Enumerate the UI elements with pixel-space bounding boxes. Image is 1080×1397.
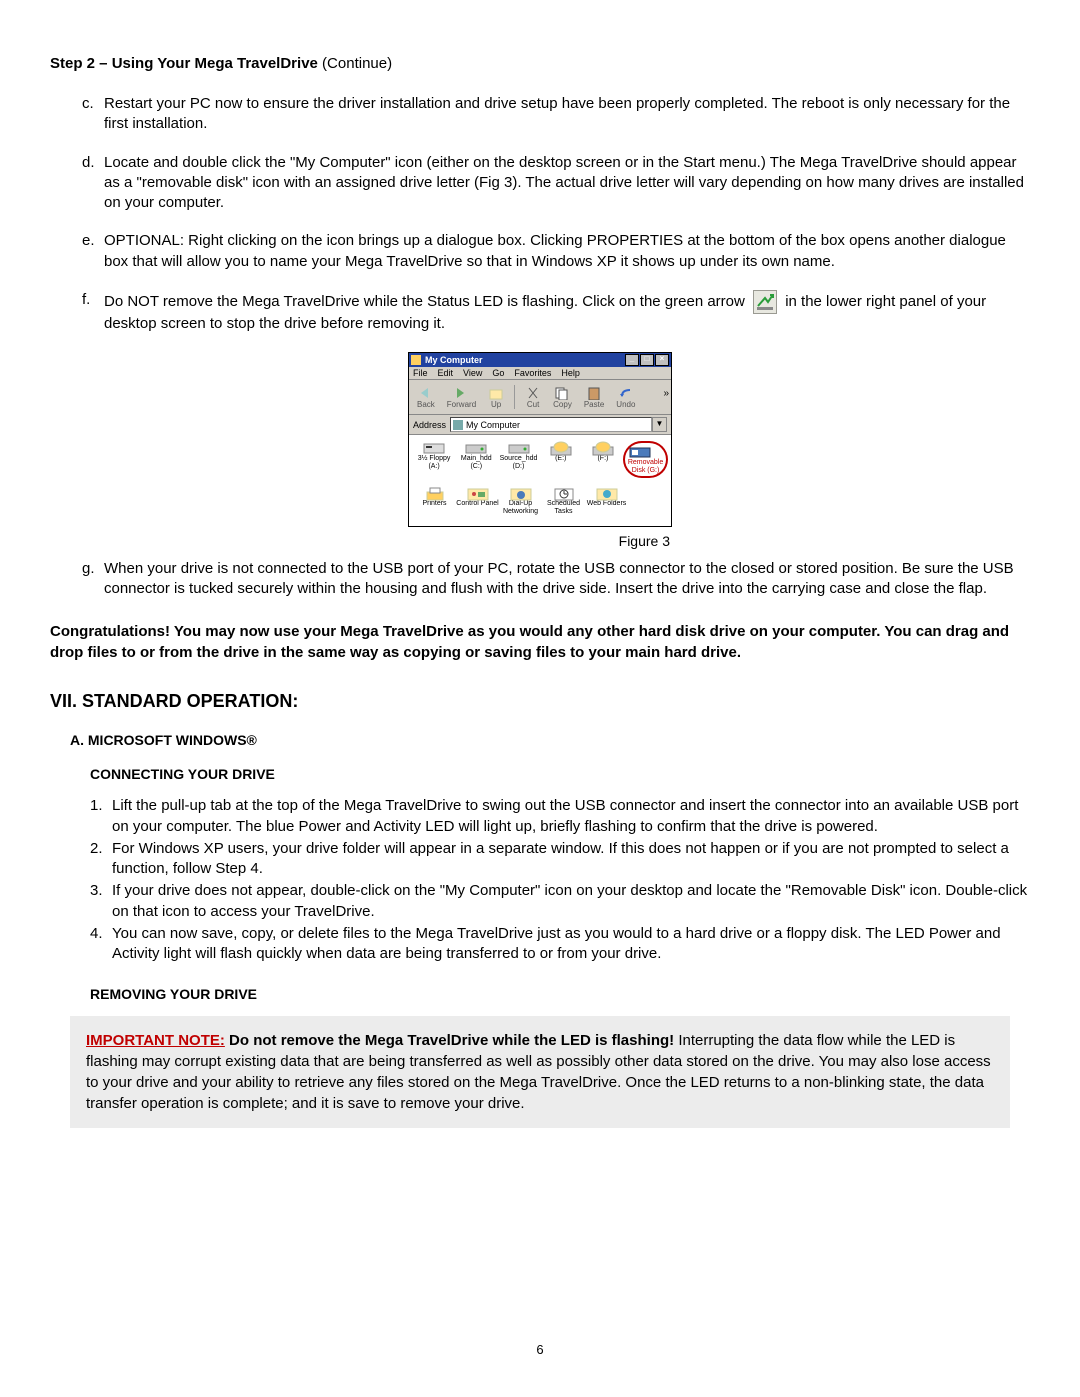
toolbar-copy[interactable]: Copy — [553, 386, 572, 409]
figure-caption: Figure 3 — [400, 533, 680, 549]
important-note-label: IMPORTANT NOTE: — [86, 1032, 225, 1049]
window-title: My Computer — [425, 355, 483, 365]
important-note-box: IMPORTANT NOTE: Do not remove the Mega T… — [70, 1016, 1010, 1128]
menu-edit[interactable]: Edit — [438, 368, 454, 378]
icon-area: 3½ Floppy (A:)Main_hdd (C:)Source_hdd (D… — [409, 435, 671, 526]
menu-go[interactable]: Go — [492, 368, 504, 378]
address-icon — [453, 420, 463, 430]
window-titlebar: My Computer _ □ × — [409, 353, 671, 367]
toolbar-undo[interactable]: Undo — [616, 386, 635, 409]
list-item-c: c. Restart your PC now to ensure the dri… — [82, 94, 1030, 135]
menu-help[interactable]: Help — [561, 368, 580, 378]
step-header-bold: Step 2 – Using Your Mega TravelDrive — [50, 55, 318, 72]
list-item-e: e. OPTIONAL: Right clicking on the icon … — [82, 231, 1030, 272]
system-folder-icon[interactable]: Printers — [413, 486, 456, 515]
address-dropdown-button[interactable]: ▼ — [652, 417, 667, 432]
address-input[interactable]: My Computer — [450, 417, 652, 432]
safely-remove-hardware-icon — [753, 290, 777, 314]
menu-file[interactable]: File — [413, 368, 428, 378]
connecting-header: CONNECTING YOUR DRIVE — [90, 766, 1030, 782]
toolbar-back[interactable]: Back — [417, 386, 435, 409]
close-button[interactable]: × — [655, 354, 669, 366]
list-item-f: f. Do NOT remove the Mega TravelDrive wh… — [82, 290, 1030, 334]
system-folder-icon[interactable]: Scheduled Tasks — [542, 486, 585, 515]
section-vii-title: VII. STANDARD OPERATION: — [50, 691, 1030, 712]
address-bar: Address My Computer ▼ — [409, 415, 671, 435]
step-header-cont: (Continue) — [318, 55, 392, 72]
system-folder-icon[interactable]: Control Panel — [456, 486, 499, 515]
page-number: 6 — [0, 1342, 1080, 1357]
maximize-button[interactable]: □ — [640, 354, 654, 366]
list-item-d: d. Locate and double click the "My Compu… — [82, 153, 1030, 214]
step-header: Step 2 – Using Your Mega TravelDrive (Co… — [50, 55, 1030, 72]
important-note-bold: Do not remove the Mega TravelDrive while… — [225, 1032, 674, 1049]
figure-3: My Computer _ □ × File Edit View Go Favo… — [405, 352, 675, 549]
toolbar: Back Forward Up Cut Copy Paste Undo » — [409, 380, 671, 415]
drive-icon[interactable]: 3½ Floppy (A:) — [413, 441, 455, 478]
menu-view[interactable]: View — [463, 368, 482, 378]
system-folder-icon[interactable]: Web Folders — [585, 486, 628, 515]
minimize-button[interactable]: _ — [625, 354, 639, 366]
drive-icon[interactable]: Main_hdd (C:) — [455, 441, 497, 478]
drive-icon[interactable]: Removable Disk (G:) — [624, 441, 667, 478]
system-folder-icon[interactable]: Dial-Up Networking — [499, 486, 542, 515]
toolbar-up[interactable]: Up — [488, 386, 504, 409]
congrats-paragraph: Congratulations! You may now use your Me… — [50, 621, 1030, 663]
connecting-list: 1.Lift the pull-up tab at the top of the… — [90, 796, 1030, 964]
removing-header: REMOVING YOUR DRIVE — [90, 986, 1030, 1002]
list-item-g: g. When your drive is not connected to t… — [82, 559, 1030, 600]
window-icon — [411, 355, 421, 365]
toolbar-forward[interactable]: Forward — [447, 386, 476, 409]
menu-favorites[interactable]: Favorites — [514, 368, 551, 378]
my-computer-window: My Computer _ □ × File Edit View Go Favo… — [408, 352, 672, 527]
toolbar-paste[interactable]: Paste — [584, 386, 604, 409]
toolbar-overflow-icon[interactable]: » — [663, 388, 669, 399]
drive-icon[interactable]: (E:) — [540, 441, 582, 478]
drive-icon[interactable]: (F:) — [582, 441, 624, 478]
address-label: Address — [413, 420, 446, 430]
drive-icon[interactable]: Source_hdd (D:) — [497, 441, 539, 478]
document-page: Step 2 – Using Your Mega TravelDrive (Co… — [0, 0, 1080, 1397]
menu-bar: File Edit View Go Favorites Help — [409, 367, 671, 380]
subsection-a: A. MICROSOFT WINDOWS® — [70, 732, 1030, 748]
toolbar-cut[interactable]: Cut — [525, 386, 541, 409]
